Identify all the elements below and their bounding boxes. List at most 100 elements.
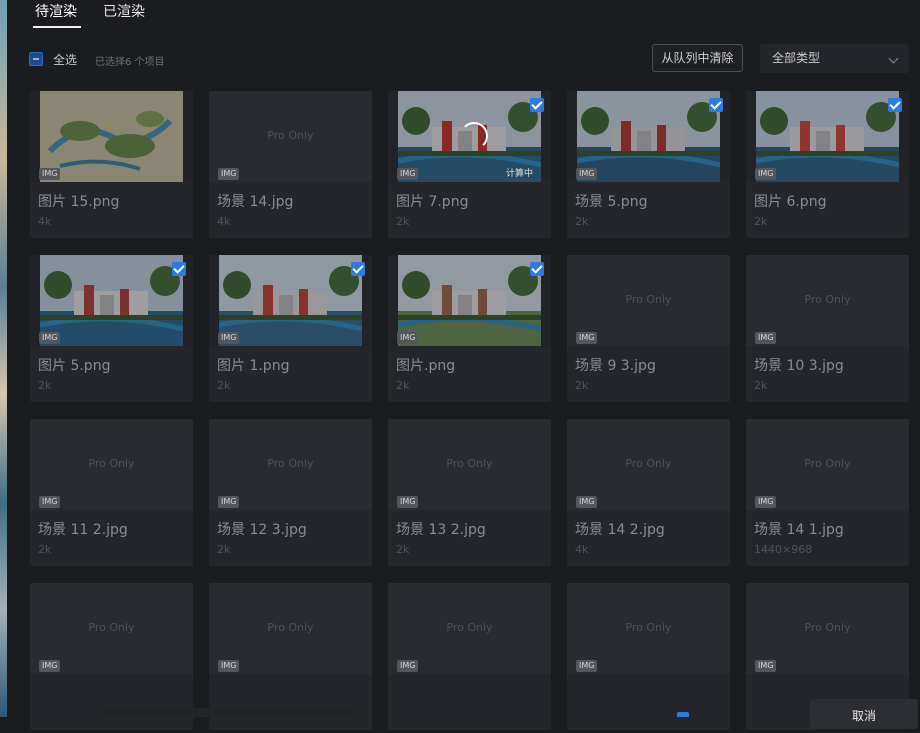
file-name: 场景 11 2.jpg [38, 522, 128, 538]
image-card[interactable]: IMG 图片 5.png 2k [30, 255, 193, 402]
img-type-badge: IMG [397, 332, 419, 344]
img-type-badge: IMG [755, 332, 777, 344]
image-thumbnail: Pro Only IMG [746, 583, 909, 674]
file-resolution: 2k [754, 215, 768, 228]
clear-from-queue-button[interactable]: 从队列中清除 [652, 44, 743, 72]
image-thumbnail: IMG 计算中 [388, 91, 551, 182]
tab-bar: 待渲染 已渲染 [33, 0, 147, 30]
image-card[interactable]: IMG 图片.png 2k [388, 255, 551, 402]
tab-pending[interactable]: 待渲染 [33, 0, 81, 30]
image-card[interactable]: Pro Only IMG 场景 9 3.jpg 2k [567, 255, 730, 402]
file-resolution: 1440×968 [754, 543, 813, 556]
image-card[interactable]: Pro Only IMG 场景 11 2.jpg 2k [30, 419, 193, 566]
file-name: 图片 15.png [38, 194, 120, 210]
select-all-checkbox[interactable] [29, 52, 43, 66]
chevron-down-icon [888, 53, 899, 64]
checkbox-checked-icon[interactable] [172, 262, 186, 276]
file-resolution: 4k [575, 543, 589, 556]
file-name: 图片 1.png [217, 358, 290, 374]
image-card[interactable]: IMG 场景 5.png 2k [567, 91, 730, 238]
img-type-badge: IMG [755, 496, 777, 508]
file-name: 图片 5.png [38, 358, 111, 374]
image-card[interactable]: Pro Only IMG 场景 10 3.jpg 2k [746, 255, 909, 402]
image-card[interactable]: Pro Only IMG [567, 583, 730, 730]
file-resolution: 2k [575, 379, 589, 392]
img-type-badge: IMG [397, 168, 419, 180]
pro-only-label: Pro Only [267, 457, 314, 470]
tab-pending-label: 待渲染 [35, 4, 77, 20]
image-thumbnail: Pro Only IMG [746, 419, 909, 510]
file-name: 场景 14.jpg [217, 194, 294, 210]
img-type-badge: IMG [39, 496, 61, 508]
image-thumbnail: IMG [567, 91, 730, 182]
file-name: 图片 6.png [754, 194, 827, 210]
image-card[interactable]: IMG 图片 15.png 4k [30, 91, 193, 238]
image-card[interactable]: IMG 图片 1.png 2k [209, 255, 372, 402]
checkbox-checked-icon[interactable] [530, 262, 544, 276]
image-thumbnail: Pro Only IMG [209, 583, 372, 674]
img-type-badge: IMG [755, 168, 777, 180]
pro-only-label: Pro Only [804, 621, 851, 634]
image-card[interactable]: Pro Only IMG 场景 14.jpg 4k [209, 91, 372, 238]
file-resolution: 2k [575, 215, 589, 228]
checkbox-checked-icon[interactable] [530, 98, 544, 112]
tab-rendered[interactable]: 已渲染 [101, 0, 147, 30]
image-card[interactable]: Pro Only IMG 场景 14 1.jpg 1440×968 [746, 419, 909, 566]
footer-toggle[interactable] [677, 712, 689, 717]
type-filter-select[interactable]: 全部类型 [760, 44, 909, 73]
image-thumbnail: Pro Only IMG [30, 583, 193, 674]
cancel-button[interactable]: 取消 [810, 699, 918, 729]
image-card[interactable]: Pro Only IMG 场景 14 2.jpg 4k [567, 419, 730, 566]
image-card[interactable]: IMG 图片 6.png 2k [746, 91, 909, 238]
img-type-badge: IMG [576, 496, 598, 508]
file-name: 图片.png [396, 358, 456, 374]
file-resolution: 4k [217, 215, 231, 228]
image-thumbnail: Pro Only IMG [567, 583, 730, 674]
checkbox-checked-icon[interactable] [709, 98, 723, 112]
checkbox-checked-icon[interactable] [351, 262, 365, 276]
file-name: 图片 7.png [396, 194, 469, 210]
file-resolution: 2k [217, 543, 231, 556]
active-tab-indicator [33, 26, 81, 28]
file-name: 场景 5.png [575, 194, 648, 210]
toolbar: 全选 已选择6 个项目 从队列中清除 全部类型 [29, 44, 909, 74]
file-name: 场景 9 3.jpg [575, 358, 656, 374]
image-thumbnail: Pro Only IMG [567, 255, 730, 346]
img-type-badge: IMG [576, 660, 598, 672]
render-queue-panel: 待渲染 已渲染 全选 已选择6 个项目 从队列中清除 全部类型 IMG 图片 15… [7, 0, 920, 730]
pro-only-label: Pro Only [625, 457, 672, 470]
file-resolution: 2k [396, 543, 410, 556]
pro-only-label: Pro Only [267, 129, 314, 142]
file-resolution: 4k [38, 215, 52, 228]
file-resolution: 2k [396, 215, 410, 228]
img-type-badge: IMG [218, 168, 240, 180]
image-thumbnail: Pro Only IMG [30, 419, 193, 510]
image-thumbnail: Pro Only IMG [746, 255, 909, 346]
img-type-badge: IMG [39, 660, 61, 672]
image-thumbnail: Pro Only IMG [388, 419, 551, 510]
file-resolution: 2k [754, 379, 768, 392]
checkbox-checked-icon[interactable] [888, 98, 902, 112]
pro-only-label: Pro Only [446, 457, 493, 470]
img-type-badge: IMG [755, 660, 777, 672]
file-name: 场景 13 2.jpg [396, 522, 486, 538]
pro-only-label: Pro Only [267, 621, 314, 634]
image-card[interactable]: IMG 计算中图片 7.png 2k [388, 91, 551, 238]
footer-progress-area [102, 708, 358, 717]
image-thumbnail: Pro Only IMG [388, 583, 551, 674]
select-all-label[interactable]: 全选 [53, 51, 77, 68]
pro-only-label: Pro Only [625, 293, 672, 306]
computing-status: 计算中 [505, 169, 533, 179]
image-thumbnail: Pro Only IMG [209, 419, 372, 510]
image-card[interactable]: Pro Only IMG 场景 13 2.jpg 2k [388, 419, 551, 566]
img-type-badge: IMG [218, 496, 240, 508]
img-type-badge: IMG [39, 168, 61, 180]
image-card[interactable]: Pro Only IMG [388, 583, 551, 730]
image-card[interactable]: Pro Only IMG 场景 12 3.jpg 2k [209, 419, 372, 566]
img-type-badge: IMG [218, 660, 240, 672]
pro-only-label: Pro Only [804, 457, 851, 470]
img-type-badge: IMG [39, 332, 61, 344]
img-type-badge: IMG [397, 660, 419, 672]
image-thumbnail: IMG [209, 255, 372, 346]
pro-only-label: Pro Only [625, 621, 672, 634]
